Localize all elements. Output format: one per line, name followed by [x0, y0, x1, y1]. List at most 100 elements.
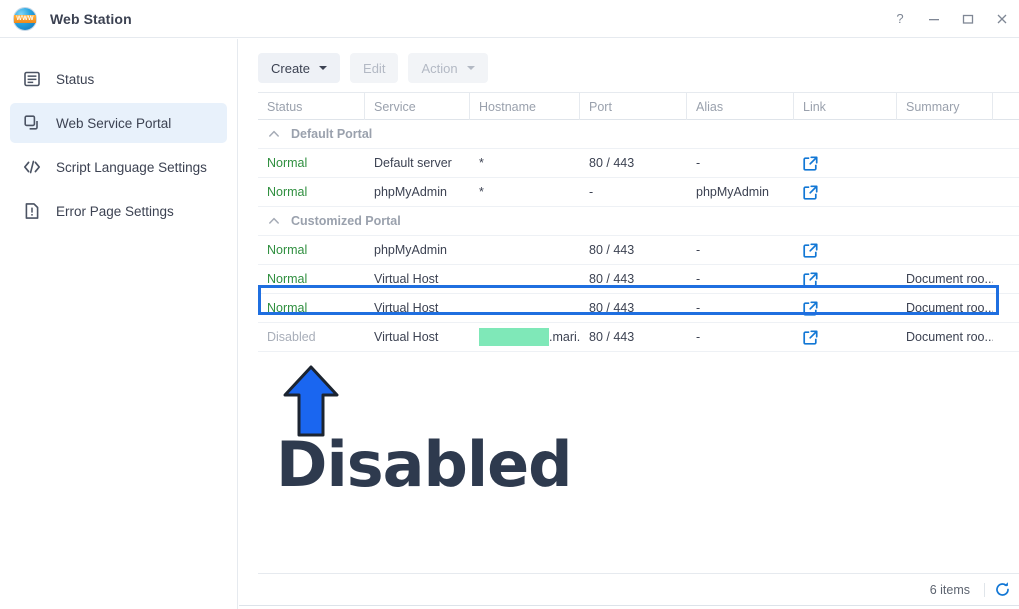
sidebar-item-web-service-portal[interactable]: Web Service Portal [10, 103, 227, 143]
chevron-down-icon [319, 66, 328, 70]
refresh-icon[interactable] [985, 578, 1019, 602]
cell-alias: - [696, 330, 701, 344]
sidebar: Status Web Service Portal Script Languag… [0, 39, 238, 609]
column-header-alias[interactable]: Alias [687, 93, 794, 120]
external-link-icon[interactable] [803, 242, 818, 258]
table-row[interactable]: Disabled Virtual Host .mari... 80 / 443 - Doc… [258, 323, 1019, 352]
items-count-label: 6 items [930, 582, 985, 597]
cell-service: phpMyAdmin [374, 185, 447, 199]
portal-windows-icon [22, 113, 42, 133]
action-button-label: Action [421, 60, 458, 76]
group-header-row[interactable]: Default Portal [258, 120, 1019, 149]
minimize-button[interactable] [917, 0, 951, 38]
bottom-divider [239, 605, 1019, 606]
chevron-down-icon [466, 66, 475, 70]
error-page-icon [22, 201, 42, 221]
table-row[interactable]: Normal Virtual Host 80 / 443 - Document roo.… [258, 265, 1019, 294]
cell-status: Normal [258, 178, 365, 206]
chevron-up-icon[interactable] [267, 127, 281, 141]
cell-link [794, 149, 897, 177]
www-globe-icon [14, 7, 36, 30]
toolbar: Create Edit Action [239, 53, 498, 83]
group-header-label: Customized Portal [291, 214, 401, 228]
column-header-port[interactable]: Port [580, 93, 687, 120]
edit-button-label: Edit [363, 60, 386, 76]
cell-hostname: * [479, 185, 484, 199]
table-row[interactable]: Normal phpMyAdmin 80 / 443 - [258, 236, 1019, 265]
redacted-hostname-block [479, 328, 549, 346]
column-header-summary[interactable]: Summary [897, 93, 993, 120]
cell-summary: Document roo... [906, 330, 993, 344]
cell-service: Virtual Host [374, 272, 439, 286]
portal-table: Status Service Hostname Port Alias Link … [258, 92, 1019, 352]
table-row[interactable]: Normal phpMyAdmin * - phpMyAdmin [258, 178, 1019, 207]
sidebar-item-label: Script Language Settings [56, 159, 207, 175]
external-link-icon[interactable] [803, 184, 818, 200]
cell-alias: phpMyAdmin [696, 185, 769, 199]
column-header-link[interactable]: Link [794, 93, 897, 120]
sidebar-item-error-page-settings[interactable]: Error Page Settings [10, 191, 227, 231]
external-link-icon[interactable] [803, 300, 818, 316]
cell-status: Disabled [258, 323, 365, 351]
sidebar-item-label: Status [56, 71, 95, 87]
annotation-text: Disabled [276, 428, 573, 501]
sidebar-item-status[interactable]: Status [10, 59, 227, 99]
cell-extra [993, 178, 1019, 206]
cell-status: Normal [258, 149, 365, 177]
external-link-icon[interactable] [803, 271, 818, 287]
app-title: Web Station [50, 10, 132, 27]
up-arrow-annotation [281, 365, 341, 437]
cell-service: Default server [374, 156, 452, 170]
group-header-row[interactable]: Customized Portal [258, 207, 1019, 236]
create-button-label: Create [271, 60, 311, 76]
cell-summary [897, 149, 993, 177]
sidebar-item-script-language-settings[interactable]: Script Language Settings [10, 147, 227, 187]
column-header-hostname[interactable]: Hostname [470, 93, 580, 120]
edit-button[interactable]: Edit [350, 53, 399, 83]
cell-port: 80 / 443 [589, 243, 635, 257]
title-bar: Web Station ? [0, 0, 1019, 38]
cell-status: Normal [258, 294, 365, 322]
table-body: Default Portal Normal Default server * 80 / … [258, 120, 1019, 352]
status-badge: Normal [267, 272, 308, 286]
cell-hostname [470, 265, 580, 293]
create-button[interactable]: Create [258, 53, 341, 83]
cell-port: 80 / 443 [589, 301, 635, 315]
cell-alias: - [696, 272, 701, 286]
close-button[interactable] [985, 0, 1019, 38]
status-badge: Disabled [267, 330, 316, 344]
status-badge: Normal [267, 185, 308, 199]
column-header-status[interactable]: Status [258, 93, 365, 120]
sidebar-item-label: Web Service Portal [56, 115, 172, 131]
action-button[interactable]: Action [408, 53, 488, 83]
table-row[interactable]: Normal Virtual Host 80 / 443 - Document roo.… [258, 294, 1019, 323]
cell-hostname: * [479, 156, 484, 170]
cell-summary: Document roo... [906, 272, 993, 286]
cell-extra [993, 265, 1019, 293]
cell-alias: - [696, 301, 701, 315]
cell-summary: Document roo... [906, 301, 993, 315]
column-header-extra[interactable] [993, 93, 1019, 120]
cell-link [794, 323, 897, 351]
cell-hostname [470, 294, 580, 322]
status-list-icon [22, 69, 42, 89]
svg-text:?: ? [896, 12, 903, 26]
chevron-up-icon[interactable] [267, 214, 281, 228]
cell-service: phpMyAdmin [374, 243, 447, 257]
cell-service: Virtual Host [374, 330, 439, 344]
column-header-service[interactable]: Service [365, 93, 470, 120]
external-link-icon[interactable] [803, 329, 818, 345]
status-badge: Normal [267, 301, 308, 315]
cell-link [794, 236, 897, 264]
cell-extra [993, 323, 1019, 351]
cell-service: Virtual Host [374, 301, 439, 315]
sidebar-item-label: Error Page Settings [56, 203, 174, 219]
cell-link [794, 294, 897, 322]
cell-alias: - [696, 156, 701, 170]
help-button[interactable]: ? [883, 0, 917, 38]
main-content: Create Edit Action Status Service Hostna… [239, 39, 1019, 609]
external-link-icon[interactable] [803, 155, 818, 171]
maximize-button[interactable] [951, 0, 985, 38]
table-row[interactable]: Normal Default server * 80 / 443 - [258, 149, 1019, 178]
cell-port: 80 / 443 [589, 272, 635, 286]
